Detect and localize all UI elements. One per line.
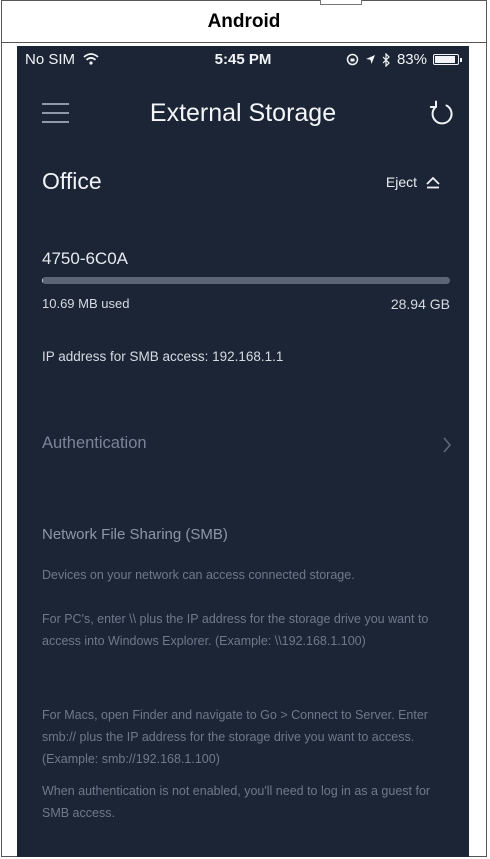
battery-cap: [460, 58, 462, 62]
eject-icon: [426, 176, 440, 188]
chevron-right-icon: [443, 437, 452, 453]
device-name: Office: [42, 168, 102, 194]
used-label: 10.69 MB used: [42, 296, 130, 311]
status-bar: No SIM 5:45 PM 83%: [17, 46, 469, 74]
drive-name: 4750-6C0A: [42, 249, 129, 268]
refresh-icon[interactable]: [427, 98, 457, 128]
eject-button[interactable]: Eject: [386, 174, 441, 190]
status-right: 83%: [346, 51, 462, 68]
smb-ip-address: IP address for SMB access: 192.168.1.1: [42, 349, 284, 364]
smb-paragraph: Devices on your network can access conne…: [42, 568, 355, 582]
storage-usage-bar: [42, 277, 450, 284]
battery-icon: [433, 54, 462, 65]
battery-percent: 83%: [396, 51, 427, 68]
authentication-label: Authentication: [42, 434, 147, 452]
authentication-row[interactable]: Authentication: [17, 426, 469, 466]
phone-screen: No SIM 5:45 PM 83% External Storage Offi…: [17, 46, 469, 857]
location-icon: [365, 55, 375, 64]
smb-paragraph: For Macs, open Finder and navigate to Go…: [42, 708, 428, 766]
bluetooth-icon: [382, 52, 390, 67]
smb-paragraph: When authentication is not enabled, you'…: [42, 784, 431, 820]
battery-fill: [435, 56, 455, 63]
header: External Storage: [17, 86, 469, 136]
top-notch: [320, 0, 362, 5]
rotation-lock-icon: [346, 53, 359, 66]
platform-label: Android: [2, 1, 486, 43]
page-title: External Storage: [149, 99, 337, 127]
smb-section-title: Network File Sharing (SMB): [42, 526, 228, 543]
total-capacity-label: 28.94 GB: [390, 296, 450, 312]
smb-paragraph: For PC's, enter \\ plus the IP address f…: [42, 612, 429, 648]
eject-label: Eject: [385, 174, 417, 190]
